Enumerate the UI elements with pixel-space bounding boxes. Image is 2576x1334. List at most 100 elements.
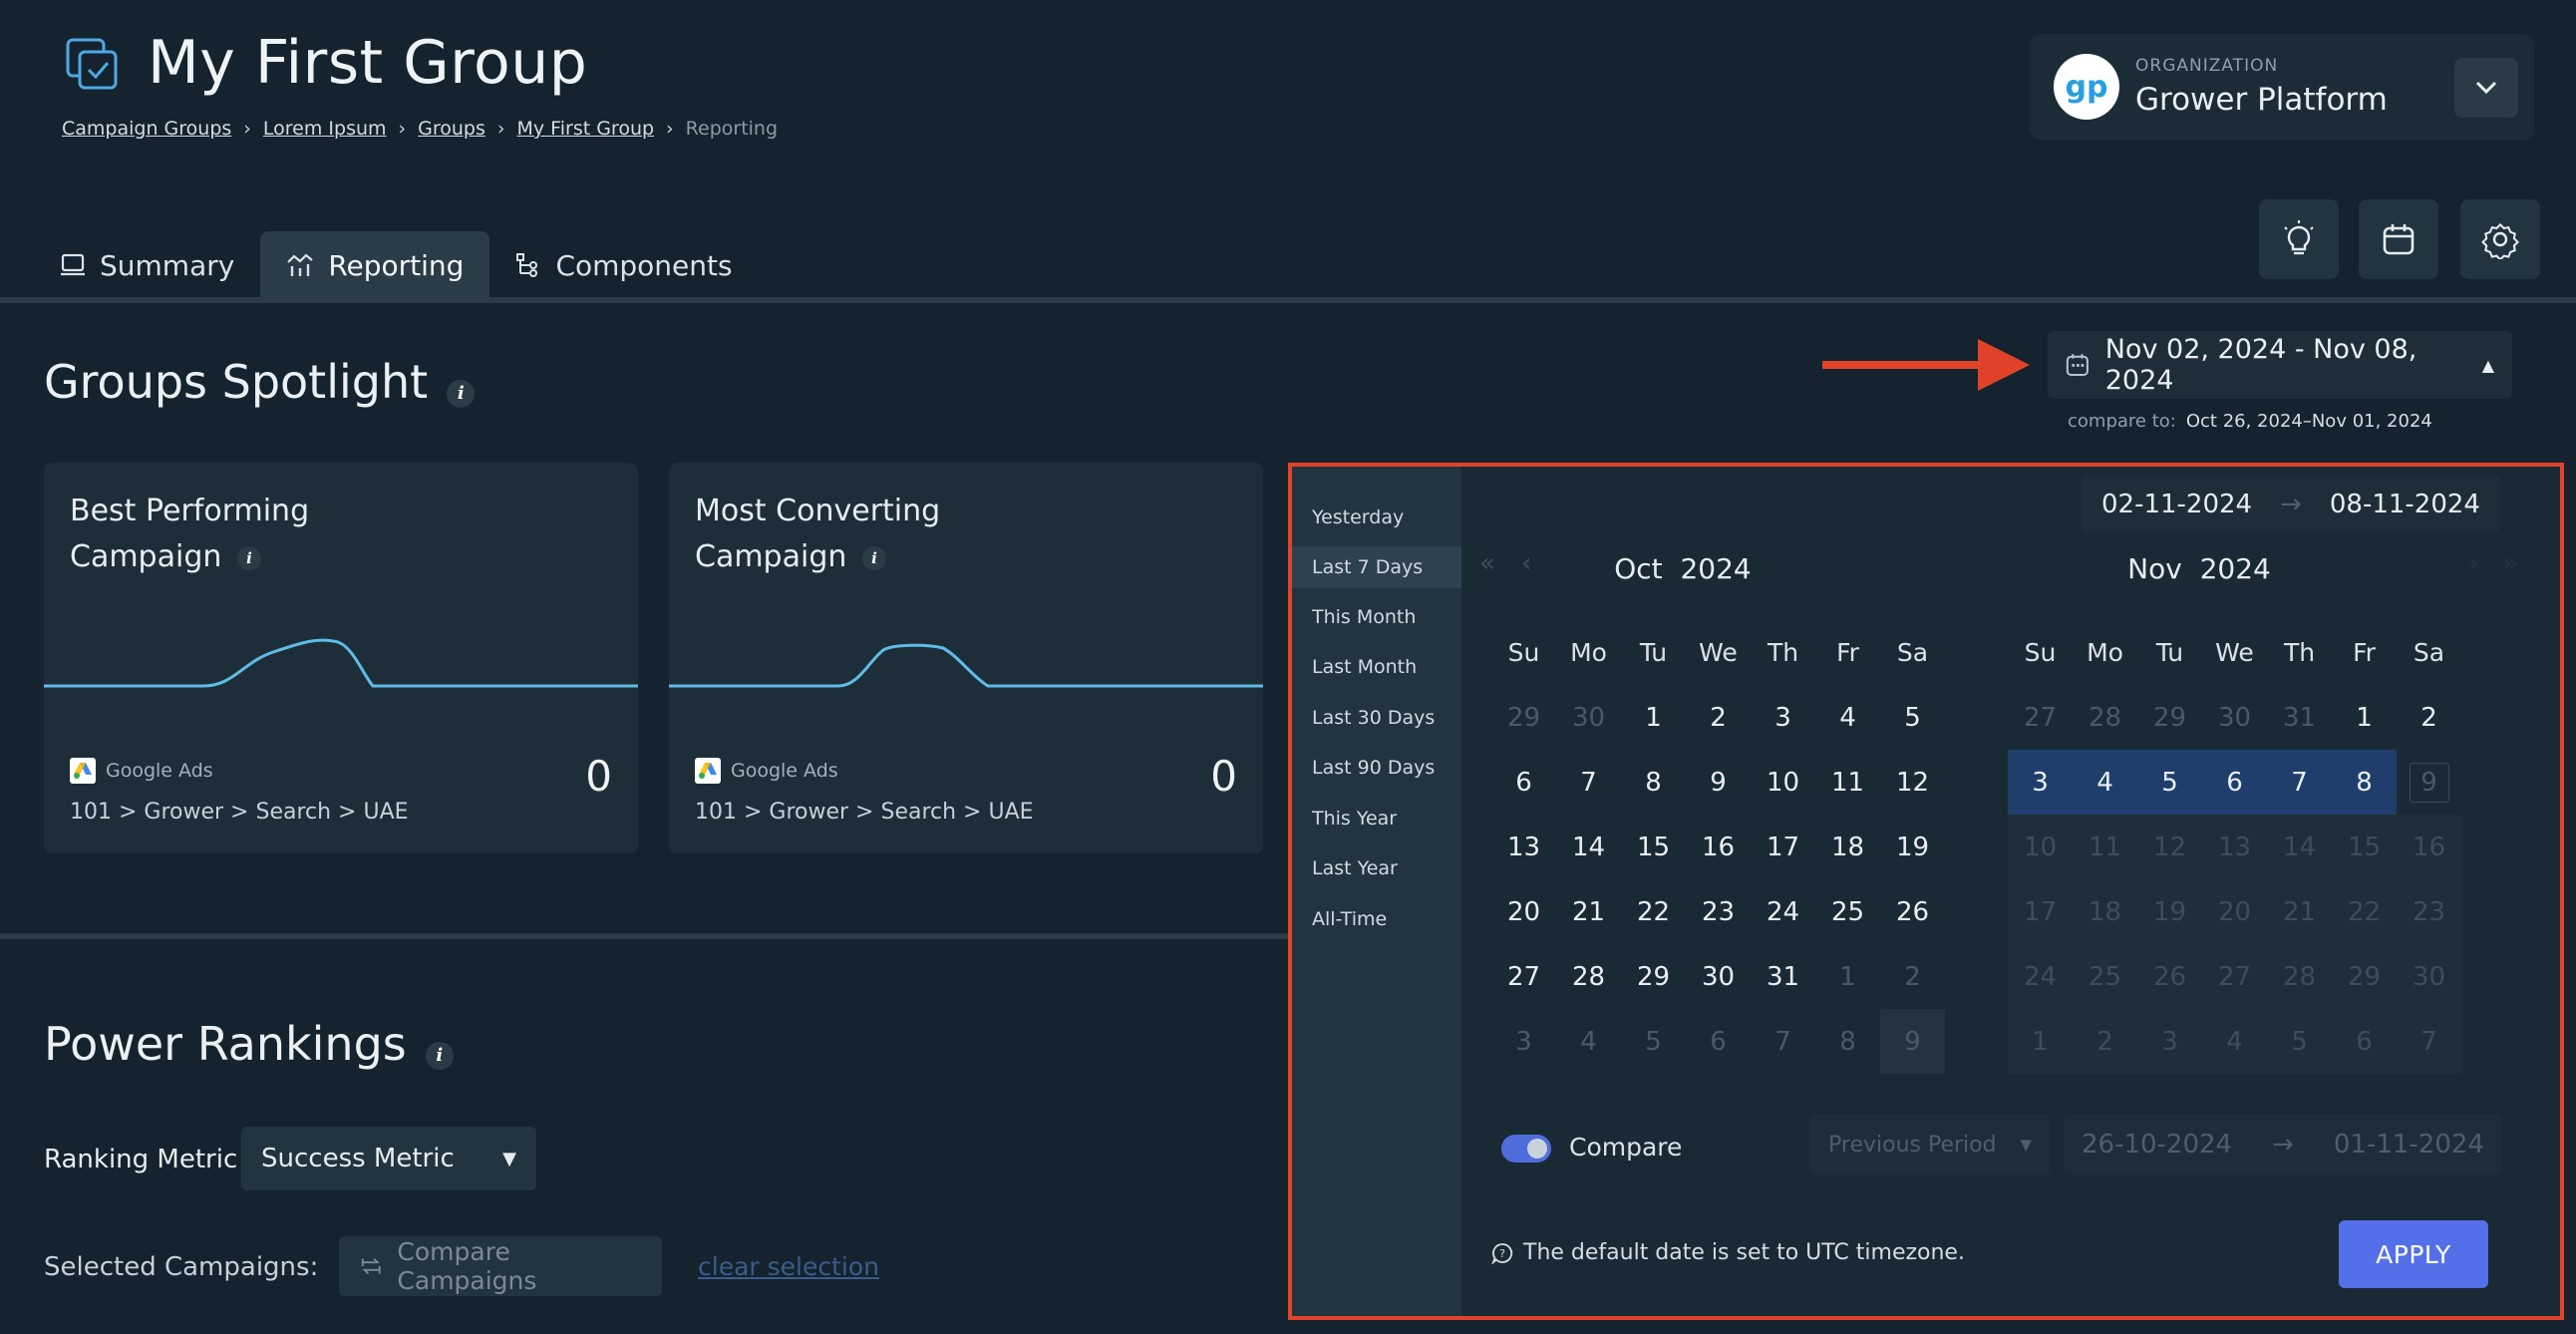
preset-last-7-days[interactable]: Last 7 Days (1292, 546, 1461, 588)
preset-this-year[interactable]: This Year (1292, 798, 1461, 839)
settings-button[interactable] (2460, 199, 2540, 279)
breadcrumb-link[interactable]: Campaign Groups (62, 118, 231, 140)
day-cell[interactable]: 17 (1751, 815, 1815, 879)
organization-switcher[interactable]: gp ORGANIZATION Grower Platform (2030, 34, 2534, 140)
day-cell[interactable]: 9 (1686, 750, 1751, 815)
prev-year-icon[interactable]: « (1479, 548, 1495, 578)
day-cell[interactable]: 5 (1621, 1009, 1686, 1074)
day-cell[interactable]: 5 (2137, 750, 2202, 815)
compare-campaigns-button[interactable]: Compare Campaigns (339, 1236, 662, 1296)
clear-selection-link[interactable]: clear selection (698, 1252, 879, 1281)
preset-yesterday[interactable]: Yesterday (1292, 497, 1461, 538)
day-cell[interactable]: 13 (1491, 815, 1556, 879)
day-cell[interactable]: 31 (2267, 685, 2332, 750)
day-cell[interactable]: 29 (1621, 944, 1686, 1009)
day-cell[interactable]: 7 (1751, 1009, 1815, 1074)
best-performing-card[interactable]: Best Performing Campaign i Google Ads 10… (44, 463, 638, 853)
prev-month-icon[interactable]: ‹ (1521, 548, 1531, 578)
day-cell[interactable]: 6 (1686, 1009, 1751, 1074)
day-cell[interactable]: 30 (1686, 944, 1751, 1009)
day-cell[interactable]: 23 (1686, 879, 1751, 944)
day-cell[interactable]: 27 (2008, 685, 2073, 750)
end-date-input[interactable]: 08-11-2024 (2330, 490, 2480, 519)
preset-last-30-days[interactable]: Last 30 Days (1292, 697, 1461, 739)
compare-toggle[interactable] (1501, 1135, 1551, 1163)
day-cell[interactable]: 4 (1556, 1009, 1621, 1074)
day-cell[interactable]: 2 (2397, 685, 2461, 750)
monitor-icon (61, 253, 85, 276)
day-cell[interactable]: 21 (1556, 879, 1621, 944)
compare-period-select[interactable]: Previous Period ▼ (1810, 1115, 2050, 1174)
day-cell[interactable]: 19 (1880, 815, 1945, 879)
preset-last-year[interactable]: Last Year (1292, 847, 1461, 889)
day-cell[interactable]: 18 (1815, 815, 1880, 879)
info-icon[interactable]: i (861, 545, 886, 570)
day-cell[interactable]: 3 (1491, 1009, 1556, 1074)
month-title[interactable]: Nov 2024 (2050, 552, 2349, 585)
day-cell[interactable]: 2 (1686, 685, 1751, 750)
day-cell[interactable]: 26 (1880, 879, 1945, 944)
day-cell[interactable]: 15 (1621, 815, 1686, 879)
day-cell[interactable]: 28 (2073, 685, 2137, 750)
day-cell[interactable]: 4 (1815, 685, 1880, 750)
day-cell[interactable]: 6 (2202, 750, 2267, 815)
start-date-input[interactable]: 02-11-2024 (2101, 490, 2252, 519)
compare-start-input[interactable]: 26-10-2024 (2082, 1130, 2232, 1160)
info-icon[interactable]: i (447, 379, 476, 408)
next-year-icon[interactable]: » (2502, 548, 2518, 578)
day-cell[interactable]: 30 (1556, 685, 1621, 750)
organization-dropdown-button[interactable] (2454, 58, 2518, 118)
insights-button[interactable] (2259, 199, 2339, 279)
day-cell[interactable]: 8 (1815, 1009, 1880, 1074)
day-cell[interactable]: 5 (1880, 685, 1945, 750)
next-month-icon[interactable]: › (2468, 548, 2478, 578)
day-cell[interactable]: 7 (1556, 750, 1621, 815)
day-cell[interactable]: 1 (1621, 685, 1686, 750)
day-cell[interactable]: 31 (1751, 944, 1815, 1009)
tab-summary[interactable]: Summary (34, 231, 260, 299)
day-cell[interactable]: 28 (1556, 944, 1621, 1009)
day-cell[interactable]: 16 (1686, 815, 1751, 879)
day-cell[interactable]: 10 (1751, 750, 1815, 815)
preset-last-90-days[interactable]: Last 90 Days (1292, 747, 1461, 789)
breadcrumb-link[interactable]: My First Group (517, 118, 655, 140)
day-cell[interactable]: 6 (1491, 750, 1556, 815)
day-cell[interactable]: 27 (1491, 944, 1556, 1009)
breadcrumb-link[interactable]: Groups (418, 118, 485, 140)
day-cell[interactable]: 12 (1880, 750, 1945, 815)
calendar-button[interactable] (2359, 199, 2438, 279)
day-cell[interactable]: 29 (2137, 685, 2202, 750)
day-cell[interactable]: 8 (1621, 750, 1686, 815)
day-cell[interactable]: 8 (2332, 750, 2397, 815)
day-cell[interactable]: 1 (2332, 685, 2397, 750)
day-cell[interactable]: 14 (1556, 815, 1621, 879)
tab-components[interactable]: Components (489, 231, 758, 299)
date-range-trigger[interactable]: Nov 02, 2024 - Nov 08, 2024 ▲ (2048, 331, 2512, 399)
preset-all-time[interactable]: All-Time (1292, 898, 1461, 940)
most-converting-card[interactable]: Most Converting Campaign i Google Ads 10… (669, 463, 1263, 853)
info-icon[interactable]: i (425, 1041, 454, 1070)
day-cell[interactable]: 9 (1880, 1009, 1945, 1074)
day-cell[interactable]: 29 (1491, 685, 1556, 750)
day-cell[interactable]: 20 (1491, 879, 1556, 944)
month-title[interactable]: Oct 2024 (1533, 552, 1832, 585)
day-cell[interactable]: 4 (2073, 750, 2137, 815)
breadcrumb-link[interactable]: Lorem Ipsum (263, 118, 387, 140)
preset-this-month[interactable]: This Month (1292, 596, 1461, 638)
day-cell[interactable]: 3 (2008, 750, 2073, 815)
tab-reporting[interactable]: Reporting (260, 231, 490, 299)
apply-button[interactable]: APPLY (2339, 1220, 2488, 1288)
day-cell[interactable]: 30 (2202, 685, 2267, 750)
day-cell[interactable]: 2 (1880, 944, 1945, 1009)
day-cell[interactable]: 7 (2267, 750, 2332, 815)
info-icon[interactable]: i (236, 545, 261, 570)
day-cell[interactable]: 3 (1751, 685, 1815, 750)
day-cell[interactable]: 1 (1815, 944, 1880, 1009)
day-cell[interactable]: 11 (1815, 750, 1880, 815)
day-cell[interactable]: 22 (1621, 879, 1686, 944)
compare-end-input[interactable]: 01-11-2024 (2334, 1130, 2484, 1160)
preset-last-month[interactable]: Last Month (1292, 646, 1461, 688)
day-cell[interactable]: 24 (1751, 879, 1815, 944)
ranking-metric-select[interactable]: Success Metric ▼ (241, 1127, 536, 1190)
day-cell[interactable]: 25 (1815, 879, 1880, 944)
